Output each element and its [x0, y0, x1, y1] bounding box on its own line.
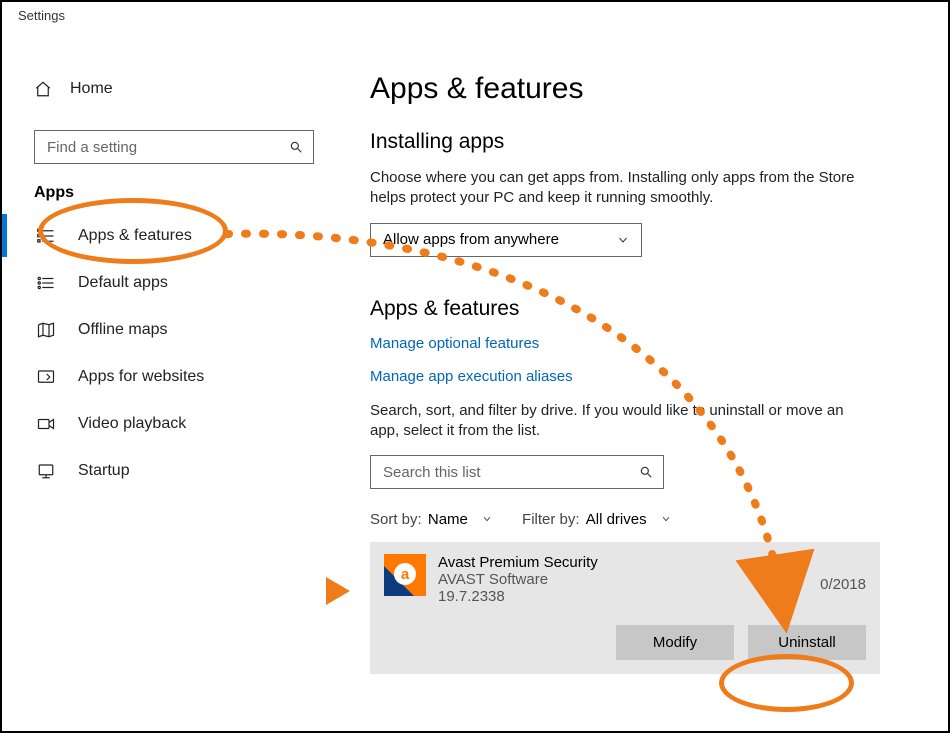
window-title: Settings [2, 2, 948, 32]
list-icon [36, 226, 56, 246]
defaults-icon [36, 273, 56, 293]
uninstall-button[interactable]: Uninstall [748, 625, 866, 660]
home-nav[interactable]: Home [2, 72, 342, 106]
apps-list-search-input[interactable] [381, 463, 639, 482]
sidebar-item-startup[interactable]: Startup [2, 447, 342, 494]
apps-list-search[interactable] [370, 455, 664, 489]
sidebar-item-apps-websites[interactable]: Apps for websites [2, 353, 342, 400]
sort-value: Name [428, 511, 468, 528]
link-execution-aliases[interactable]: Manage app execution aliases [370, 368, 908, 385]
sort-by-control[interactable]: Sort by: Name [370, 511, 492, 528]
sidebar-item-offline-maps[interactable]: Offline maps [2, 306, 342, 353]
sidebar-item-video-playback[interactable]: Video playback [2, 400, 342, 447]
apps-section-description: Search, sort, and filter by drive. If yo… [370, 401, 870, 442]
sidebar-search-input[interactable] [45, 138, 289, 157]
installing-description: Choose where you can get apps from. Inst… [370, 168, 870, 209]
web-icon [36, 367, 56, 387]
sidebar-item-label: Apps for websites [78, 368, 204, 386]
sidebar: Home Apps Apps & features [2, 32, 342, 731]
sidebar-item-apps-features[interactable]: Apps & features [2, 212, 342, 259]
chevron-down-icon [482, 511, 492, 528]
sidebar-item-label: Offline maps [78, 321, 168, 339]
home-label: Home [70, 80, 113, 98]
map-icon [36, 320, 56, 340]
chevron-down-icon [617, 234, 629, 246]
title-text: Settings [18, 8, 65, 23]
app-name: Avast Premium Security [438, 554, 598, 571]
install-source-dropdown[interactable]: Allow apps from anywhere [370, 223, 642, 257]
page-title: Apps & features [370, 72, 908, 106]
sidebar-section-title: Apps [34, 184, 342, 202]
sidebar-item-label: Startup [78, 462, 130, 480]
apps-section-heading: Apps & features [370, 297, 908, 321]
app-icon-avast: a [384, 554, 426, 596]
sidebar-item-label: Video playback [78, 415, 186, 433]
search-icon [289, 140, 303, 154]
dropdown-value: Allow apps from anywhere [383, 231, 559, 248]
sidebar-search[interactable] [34, 130, 314, 164]
startup-icon [36, 461, 56, 481]
sidebar-item-label: Apps & features [78, 227, 192, 245]
app-version: 19.7.2338 [438, 588, 598, 605]
sidebar-item-default-apps[interactable]: Default apps [2, 259, 342, 306]
video-icon [36, 414, 56, 434]
app-install-date: 0/2018 [820, 554, 866, 593]
sidebar-item-label: Default apps [78, 274, 168, 292]
app-publisher: AVAST Software [438, 571, 598, 588]
filter-value: All drives [586, 511, 647, 528]
search-icon [639, 465, 653, 479]
sort-label: Sort by: [370, 511, 422, 528]
filter-label: Filter by: [522, 511, 580, 528]
installing-heading: Installing apps [370, 130, 908, 154]
app-list-item[interactable]: a Avast Premium Security AVAST Software … [370, 542, 880, 674]
chevron-down-icon [661, 511, 671, 528]
home-icon [34, 80, 52, 98]
link-optional-features[interactable]: Manage optional features [370, 335, 908, 352]
filter-by-control[interactable]: Filter by: All drives [522, 511, 671, 528]
sidebar-nav-list: Apps & features Default apps [2, 212, 342, 494]
modify-button[interactable]: Modify [616, 625, 734, 660]
main-content: Apps & features Installing apps Choose w… [342, 32, 948, 731]
